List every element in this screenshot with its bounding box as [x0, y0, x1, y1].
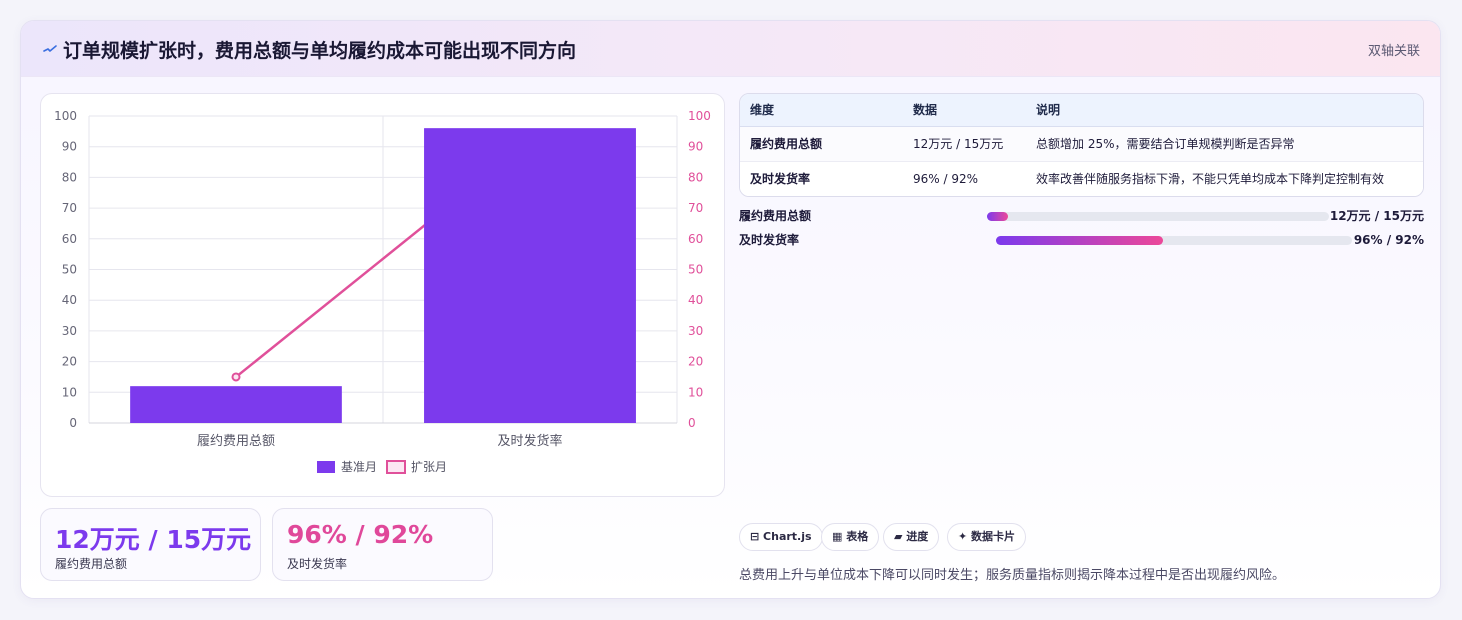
- y-right-tick-label: 30: [688, 324, 703, 338]
- y-right-tick-label: 0: [688, 416, 696, 430]
- legend-label: 扩张月: [411, 460, 447, 474]
- y-left-tick-label: 50: [62, 263, 77, 277]
- y-right-tick-label: 70: [688, 201, 703, 215]
- table-header-cell: 说明: [1036, 103, 1061, 117]
- dual-axis-tag: 双轴关联: [1367, 44, 1420, 59]
- y-left-tick-label: 80: [62, 170, 77, 184]
- card-header: 订单规模扩张时，费用总额与单均履约成本可能出现不同方向 双轴关联: [21, 21, 1440, 77]
- y-right-tick-label: 50: [688, 263, 703, 277]
- y-left-tick-label: 70: [62, 201, 77, 215]
- data-table: 维度 数据 说明 履约费用总额 12万元 / 15万元 总额增加 25%，需要结…: [739, 93, 1424, 197]
- footnote: 总费用上升与单位成本下降可以同时发生；服务质量指标则揭示降本过程中是否出现履约风…: [739, 568, 1286, 583]
- y-left-tick-label: 0: [69, 416, 77, 430]
- table-cell: 效率改善伴随服务指标下滑，不能只凭单均成本下降判定控制有效: [1036, 172, 1385, 186]
- stat-card-ontime: 96% / 92% 及时发货率: [272, 508, 493, 581]
- y-right-tick-label: 80: [688, 170, 703, 184]
- progress-label: 及时发货率: [739, 233, 800, 247]
- dashboard-card: 订单规模扩张时，费用总额与单均履约成本可能出现不同方向 双轴关联 0 10 20 30…: [20, 20, 1441, 599]
- y-left-tick-label: 90: [62, 140, 77, 154]
- stat-label: 履约费用总额: [55, 557, 128, 571]
- y-left-tick-label: 40: [62, 293, 77, 307]
- progress-track: [987, 212, 1329, 221]
- table-header-cell: 维度: [750, 103, 775, 117]
- table-cell: 96% / 92%: [913, 172, 979, 186]
- chip-table[interactable]: ▦ 表格: [821, 523, 880, 551]
- table-cell: 总额增加 25%，需要结合订单规模判断是否异常: [1036, 137, 1295, 151]
- stat-value: 96% / 92%: [287, 520, 434, 549]
- table-cell: 12万元 / 15万元: [913, 137, 1004, 151]
- chart-panel: 0 10 20 30 40 50 60 70 80 90 100 0 10 20 30 40 50 60 70 80 9…: [40, 93, 725, 497]
- bar-基准月-front: [424, 128, 636, 423]
- page-title: 订单规模扩张时，费用总额与单均履约成本可能出现不同方向: [63, 40, 577, 62]
- y-left-tick-label: 20: [62, 355, 77, 369]
- stat-value: 12万元 / 15万元: [55, 525, 252, 554]
- combo-chart: 0 10 20 30 40 50 60 70 80 90 100 0 10 20 30 40 50 60 70 80 9…: [54, 109, 711, 474]
- progress-label: 履约费用总额: [739, 209, 812, 223]
- progress-row-cost: 履约费用总额 12万元 / 15万元: [739, 207, 1424, 225]
- stat-card-cost: 12万元 / 15万元 履约费用总额: [40, 508, 261, 581]
- y-right-tick-label: 100: [688, 109, 711, 123]
- table-row: 履约费用总额 12万元 / 15万元 总额增加 25%，需要结合订单规模判断是否…: [740, 127, 1423, 162]
- chip-progress[interactable]: ▰ 进度: [883, 523, 940, 551]
- bar-基准月: [130, 386, 342, 423]
- progress-value: 96% / 92%: [1353, 233, 1424, 247]
- table-cell: 及时发货率: [750, 172, 811, 186]
- y-left-tick-label: 30: [62, 324, 77, 338]
- table-cell: 履约费用总额: [750, 137, 823, 151]
- y-left-tick-label: 10: [62, 385, 77, 399]
- y-left-tick-label: 100: [54, 109, 77, 123]
- y-right-tick-label: 40: [688, 293, 703, 307]
- legend-swatch: [317, 461, 335, 473]
- table-header-cell: 数据: [913, 103, 938, 117]
- table-header-row: 维度 数据 说明: [740, 94, 1423, 127]
- progress-fill: [987, 212, 1008, 221]
- progress-fill: [996, 236, 1164, 245]
- legend-swatch: [386, 460, 406, 474]
- y-right-tick-label: 10: [688, 385, 703, 399]
- line-point: [231, 372, 241, 382]
- y-right-tick-label: 60: [688, 232, 703, 246]
- progress-row-ontime: 及时发货率 96% / 92%: [739, 231, 1424, 249]
- stat-label: 及时发货率: [287, 557, 348, 571]
- y-left-tick-label: 60: [62, 232, 77, 246]
- x-category-label: 履约费用总额: [197, 434, 275, 449]
- x-category-label: 及时发货率: [497, 433, 562, 449]
- progress-value: 12万元 / 15万元: [1329, 209, 1424, 223]
- table-row: 及时发货率 96% / 92% 效率改善伴随服务指标下滑，不能只凭单均成本下降判…: [740, 162, 1423, 196]
- pulse-icon: [43, 45, 57, 52]
- y-right-tick-label: 20: [688, 355, 703, 369]
- chip-chartjs[interactable]: ⊟ Chart.js: [739, 523, 823, 551]
- legend-label: 基准月: [341, 460, 377, 474]
- progress-track: [996, 236, 1352, 245]
- chip-data-card[interactable]: ✦ 数据卡片: [947, 523, 1027, 551]
- y-right-tick-label: 90: [688, 140, 703, 154]
